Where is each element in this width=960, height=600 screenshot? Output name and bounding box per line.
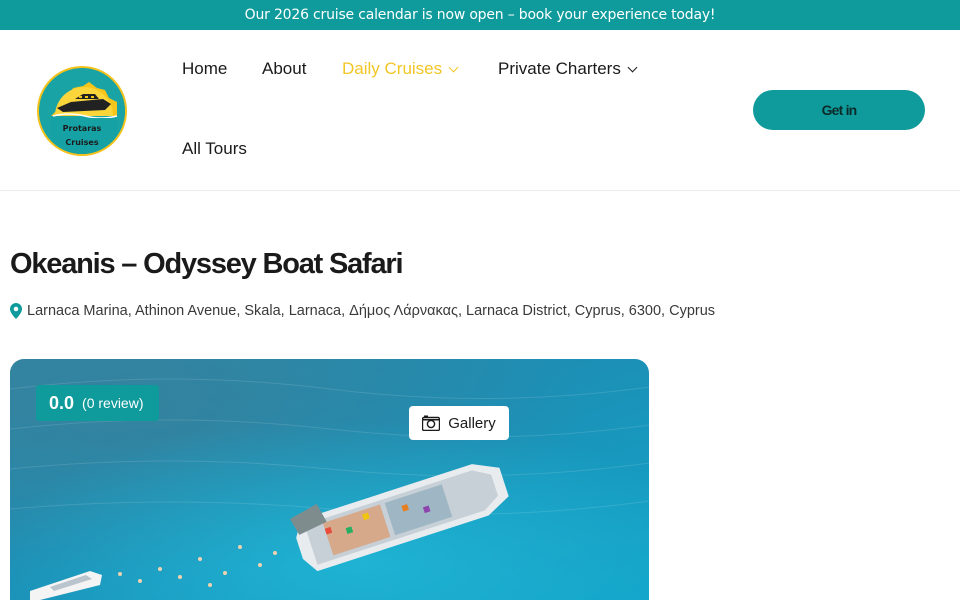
get-in-touch-button[interactable]: Get in [753, 90, 925, 130]
chevron-down-icon [627, 62, 638, 72]
announcement-text: Our 2026 cruise calendar is now open – b… [244, 7, 716, 23]
nav-item-daily-cruises[interactable]: Daily Cruises [342, 59, 459, 79]
site-logo[interactable]: Protaras Cruises [37, 66, 127, 156]
nav-item-label: About [262, 59, 307, 78]
nav-item-about[interactable]: About [262, 59, 306, 79]
nav-item-label: All Tours [182, 139, 247, 158]
cta-label: Get in [821, 102, 858, 118]
chevron-down-icon [448, 62, 459, 72]
tour-address: Larnaca Marina, Athinon Avenue, Skala, L… [10, 303, 715, 319]
nav-item-all-tours[interactable]: All Tours [182, 139, 247, 159]
site-header: Protaras Cruises Home About Daily Cruise… [0, 30, 960, 191]
rating-score: 0.0 [49, 392, 75, 413]
gallery-label: Gallery [448, 414, 496, 432]
camera-icon [422, 415, 441, 431]
announcement-bar: Our 2026 cruise calendar is now open – b… [0, 0, 960, 30]
nav-item-label: Private Charters [498, 59, 621, 78]
map-pin-icon [10, 303, 22, 319]
rating-badge: 0.0 (0 review) [36, 385, 159, 421]
logo-text-line1: Protaras [62, 124, 102, 133]
page-title: Okeanis – Odyssey Boat Safari [10, 248, 404, 280]
nav-item-home[interactable]: Home [182, 59, 227, 79]
nav-item-private-charters[interactable]: Private Charters [498, 59, 638, 79]
rating-review-count: (0 review) [82, 395, 144, 411]
address-text: Larnaca Marina, Athinon Avenue, Skala, L… [27, 303, 716, 319]
nav-item-label: Home [182, 59, 228, 78]
logo-text-line2: Cruises [65, 138, 99, 147]
gallery-button[interactable]: Gallery [409, 406, 509, 440]
nav-item-label: Daily Cruises [342, 59, 443, 78]
